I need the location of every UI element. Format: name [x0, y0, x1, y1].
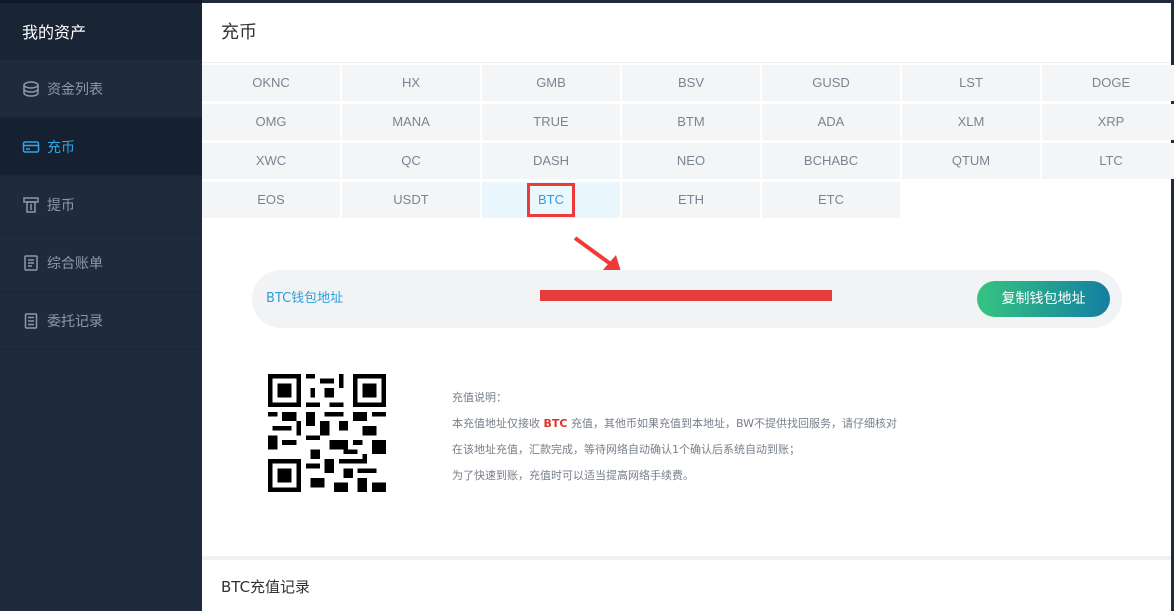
coin-tab-true[interactable]: TRUE	[482, 104, 620, 140]
coin-tab-bsv[interactable]: BSV	[622, 65, 760, 101]
coin-tab-xwc[interactable]: XWC	[202, 143, 340, 179]
sidebar-item-deposit[interactable]: 充币	[0, 118, 202, 176]
coin-tab-label: USDT	[393, 192, 429, 207]
coin-tab-label: XLM	[957, 114, 985, 129]
section-divider	[202, 556, 1171, 560]
coin-tab-bchabc[interactable]: BCHABC	[762, 143, 900, 179]
coin-tab-label: BTM	[677, 114, 705, 129]
coin-tab-label: GUSD	[812, 75, 850, 90]
coin-tab-gmb[interactable]: GMB	[482, 65, 620, 101]
coin-tab-label: TRUE	[533, 114, 569, 129]
coin-tab-label: EOS	[257, 192, 285, 207]
sidebar-item-label: 委托记录	[47, 313, 103, 330]
coin-tab-label: BCHABC	[803, 153, 859, 168]
coin-tab-label: ETC	[818, 192, 844, 207]
record-icon	[22, 312, 40, 330]
coin-tab-usdt[interactable]: USDT	[342, 182, 480, 218]
coin-tab-label: MANA	[392, 114, 430, 129]
coin-tab-omg[interactable]: OMG	[202, 104, 340, 140]
bill-icon	[22, 254, 40, 272]
deposit-history-title: BTC充值记录	[221, 578, 311, 596]
coin-tab-xrp[interactable]: XRP	[1042, 104, 1174, 140]
coin-tab-btc[interactable]: BTC	[482, 182, 620, 218]
sidebar: 我的资产 资金列表 充币 提币 综合账单 委托记录	[0, 0, 202, 611]
coin-tab-label: DASH	[532, 153, 570, 168]
arrow-annotation	[573, 236, 622, 275]
coin-tab-mana[interactable]: MANA	[342, 104, 480, 140]
coin-tab-label: DOGE	[1091, 75, 1131, 90]
copy-address-button[interactable]: 复制钱包地址	[977, 281, 1110, 317]
coin-tab-label: GMB	[536, 75, 566, 90]
notes-line-2: 在该地址充值，汇款完成，等待网络自动确认1个确认后系统自动到账；	[452, 443, 800, 456]
sidebar-item-label: 资金列表	[47, 81, 103, 98]
coin-tab-label: NEO	[676, 153, 706, 168]
sidebar-item-orders[interactable]: 委托记录	[0, 292, 202, 350]
notes-coin-highlight: BTC	[543, 417, 568, 430]
card-icon	[22, 138, 40, 156]
sidebar-item-label: 充币	[47, 139, 75, 156]
coins-icon	[22, 80, 40, 98]
coin-tab-label: HX	[401, 75, 421, 90]
coin-tab-eos[interactable]: EOS	[202, 182, 340, 218]
coin-tab-lst[interactable]: LST	[902, 65, 1040, 101]
sidebar-item-bill[interactable]: 综合账单	[0, 234, 202, 292]
coin-tab-label: LST	[959, 75, 983, 90]
coin-tab-etc[interactable]: ETC	[762, 182, 900, 218]
coin-tab-neo[interactable]: NEO	[622, 143, 760, 179]
coin-tab-eth[interactable]: ETH	[622, 182, 760, 218]
coin-tab-label: BSV	[677, 75, 704, 90]
coin-tab-ada[interactable]: ADA	[762, 104, 900, 140]
sidebar-item-label: 提币	[47, 197, 75, 214]
sidebar-item-label: 综合账单	[47, 255, 103, 272]
sidebar-item-withdraw[interactable]: 提币	[0, 176, 202, 234]
notes-line-1: 本充值地址仅接收 BTC 充值，其他币如果充值到本地址，BW不提供找回服务，请仔…	[452, 411, 897, 437]
deposit-notes: 充值说明： 本充值地址仅接收 BTC 充值，其他币如果充值到本地址，BW不提供找…	[452, 385, 897, 489]
notes-line-1-suffix: 充值，其他币如果充值到本地址，BW不提供找回服务，请仔细核对	[570, 417, 897, 430]
coin-tab-label: OKNC	[252, 75, 290, 90]
sidebar-item-asset-list[interactable]: 资金列表	[0, 60, 202, 118]
withdraw-icon	[22, 196, 40, 214]
coin-tab-label: LTC	[1099, 153, 1123, 168]
coin-tab-label: ADA	[817, 114, 845, 129]
coin-tab-label: ETH	[678, 192, 704, 207]
coin-tab-qc[interactable]: QC	[342, 143, 480, 179]
coin-tab-xlm[interactable]: XLM	[902, 104, 1040, 140]
notes-title: 充值说明：	[452, 391, 507, 404]
coin-tab-label: OMG	[255, 114, 287, 129]
coin-tab-btm[interactable]: BTM	[622, 104, 760, 140]
main-panel: 充币 OKNC HX GMB BSV GUSD LST DOGE OMG MANA TRUE BTM…	[202, 3, 1174, 611]
page-title: 充币	[202, 3, 1171, 63]
coin-tab-label: BTC	[527, 183, 575, 217]
qr-code	[268, 374, 386, 492]
coin-tab-ltc[interactable]: LTC	[1042, 143, 1174, 179]
sidebar-title: 我的资产	[0, 0, 202, 60]
wallet-address-redacted	[540, 290, 832, 301]
coin-tab-dash[interactable]: DASH	[482, 143, 620, 179]
coin-tab-label: XRP	[1097, 114, 1125, 129]
notes-line-1-prefix: 本充值地址仅接收	[452, 417, 540, 430]
coin-tab-label: QC	[401, 153, 421, 168]
coin-tab-gusd[interactable]: GUSD	[762, 65, 900, 101]
wallet-address-bar: BTC钱包地址 复制钱包地址	[252, 270, 1122, 328]
coin-tab-qtum[interactable]: QTUM	[902, 143, 1040, 179]
coin-tab-hx[interactable]: HX	[342, 65, 480, 101]
coin-tab-label: XWC	[255, 153, 287, 168]
coin-tab-label: QTUM	[951, 153, 991, 168]
wallet-address-label: BTC钱包地址	[266, 291, 344, 306]
coin-tab-doge[interactable]: DOGE	[1042, 65, 1174, 101]
coin-tab-oknc[interactable]: OKNC	[202, 65, 340, 101]
notes-line-3: 为了快速到账，充值时可以适当提高网络手续费。	[452, 469, 694, 482]
